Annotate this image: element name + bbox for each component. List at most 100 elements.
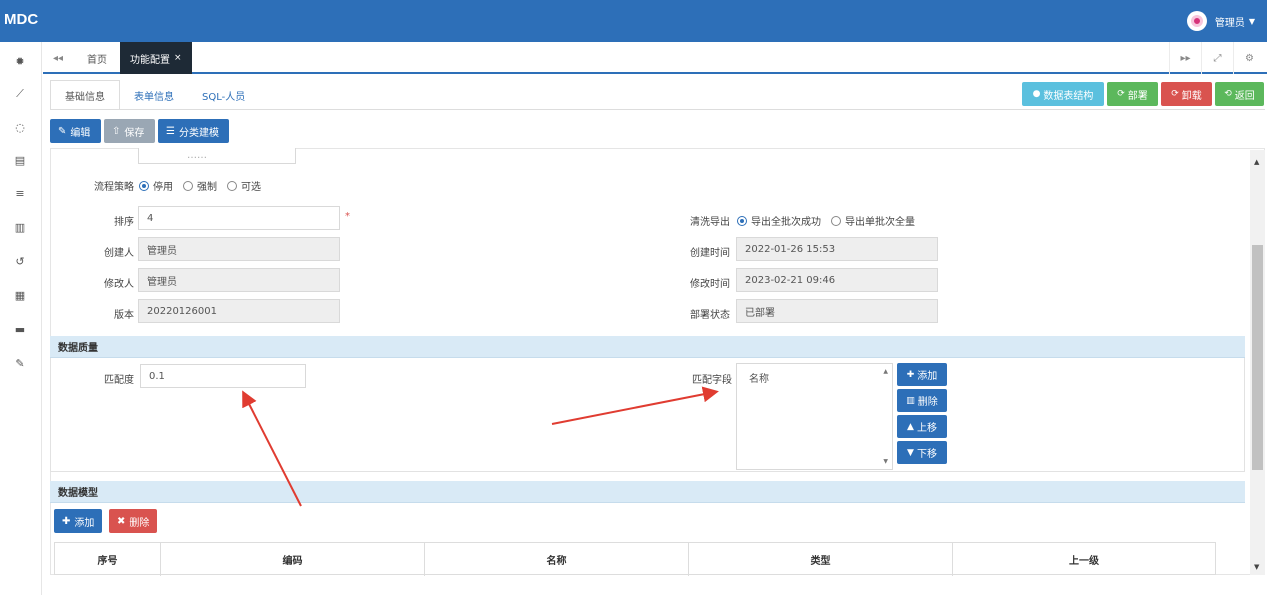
- column-header-type[interactable]: 类型: [689, 543, 953, 576]
- scroll-thumb[interactable]: [1252, 245, 1263, 470]
- column-header-name[interactable]: 名称: [425, 543, 689, 576]
- scroll-up-icon[interactable]: ▲: [1254, 158, 1259, 166]
- clean-export-radio-group: 导出全批次成功 导出单批次全量: [737, 213, 925, 228]
- plus-icon: ✚: [906, 369, 915, 380]
- columns-icon[interactable]: ▥: [11, 219, 29, 235]
- creator-label: 创建人: [104, 248, 134, 259]
- strategy-label: 流程策略: [94, 182, 134, 193]
- radio-icon: [183, 180, 193, 191]
- version-label: 版本: [114, 310, 134, 321]
- match-field-listbox[interactable]: 名称 ▲ ▼: [736, 363, 893, 470]
- modifier-label: 修改人: [104, 279, 134, 290]
- clean-export-label: 清洗导出: [690, 217, 730, 228]
- scroll-down-icon[interactable]: ▼: [883, 458, 888, 465]
- upload-icon: ⇧: [112, 125, 121, 137]
- dashboard-icon[interactable]: ✹: [11, 53, 29, 69]
- created-time-field: 2022-01-26 15:53: [736, 237, 938, 261]
- chart-icon[interactable]: ⟋: [11, 86, 29, 102]
- user-menu[interactable]: 管理员 ▼: [1186, 11, 1255, 31]
- match-field-label: 匹配字段: [692, 375, 732, 386]
- strategy-radio-group: 停用 强制 可选: [139, 178, 271, 193]
- trash-icon: ▥: [906, 395, 915, 406]
- category-model-button[interactable]: ☰ 分类建模: [158, 119, 229, 143]
- chevron-up-icon: ▲: [907, 421, 914, 432]
- archive-icon[interactable]: ▬: [11, 321, 29, 337]
- undeploy-button[interactable]: ⟳ 卸载: [1161, 82, 1212, 106]
- loading-icon[interactable]: ◌: [11, 119, 29, 135]
- divider: [50, 109, 1265, 110]
- wrench-icon[interactable]: ✎: [11, 355, 29, 371]
- radio-icon: [737, 215, 747, 226]
- deploy-icon: ⟳: [1117, 89, 1125, 99]
- export-all-success-option[interactable]: 导出全批次成功: [737, 213, 821, 228]
- back-icon: ⟲: [1224, 89, 1232, 99]
- database-icon[interactable]: ▤: [11, 152, 29, 168]
- tab-home[interactable]: 首页: [77, 42, 117, 74]
- radio-icon: [139, 180, 149, 191]
- field-delete-button[interactable]: ▥ 删除: [897, 389, 947, 412]
- modified-time-label: 修改时间: [690, 279, 730, 290]
- scroll-up-icon[interactable]: ▲: [883, 368, 888, 375]
- radio-icon: [227, 180, 237, 191]
- column-header-index[interactable]: 序号: [55, 543, 161, 576]
- version-field: 20220126001: [138, 299, 340, 323]
- sort-input[interactable]: 4: [138, 206, 340, 230]
- gear-icon[interactable]: ⚙: [1233, 42, 1265, 74]
- field-add-button[interactable]: ✚ 添加: [897, 363, 947, 386]
- close-icon: ✖: [117, 515, 126, 527]
- app-logo: MDC: [4, 11, 39, 28]
- list-icon: ☰: [166, 125, 175, 137]
- chevron-down-icon: ▼: [907, 447, 914, 458]
- user-name: 管理员: [1214, 17, 1245, 29]
- tab-sql-person[interactable]: SQL-人员: [188, 80, 259, 110]
- tab-next-icon[interactable]: ▸▸: [1169, 42, 1201, 74]
- required-mark: *: [345, 211, 350, 222]
- match-degree-input[interactable]: 0.1: [140, 364, 306, 388]
- tab-basic-info[interactable]: 基础信息: [50, 80, 120, 110]
- film-icon[interactable]: ▦: [11, 287, 29, 303]
- strategy-option-off[interactable]: 停用: [139, 178, 173, 193]
- column-header-parent[interactable]: 上一级: [953, 543, 1215, 576]
- undeploy-icon: ⟳: [1171, 89, 1179, 99]
- fullscreen-icon[interactable]: ⤢: [1201, 42, 1233, 74]
- edit-button[interactable]: ✎ 编辑: [50, 119, 101, 143]
- back-button[interactable]: ⟲ 返回: [1215, 82, 1264, 106]
- sidebar: ✹ ⟋ ◌ ▤ ≡ ▥ ↺ ▦ ▬ ✎: [0, 42, 42, 595]
- deploy-status-label: 部署状态: [690, 310, 730, 321]
- data-model-table: 序号 编码 名称 类型 上一级: [54, 542, 1216, 576]
- created-time-label: 创建时间: [690, 248, 730, 259]
- circle-icon: ●: [1032, 89, 1041, 99]
- top-bar: MDC 管理员 ▼: [0, 0, 1267, 42]
- modifier-field: 管理员: [138, 268, 340, 292]
- plus-icon: ✚: [62, 515, 71, 527]
- table-structure-button[interactable]: ● 数据表结构: [1022, 82, 1104, 106]
- field-down-button[interactable]: ▼ 下移: [897, 441, 947, 464]
- data-model-header: 数据模型: [50, 481, 1245, 503]
- field-up-button[interactable]: ▲ 上移: [897, 415, 947, 438]
- save-button[interactable]: ⇧ 保存: [104, 119, 155, 143]
- avatar: [1186, 11, 1207, 31]
- tab-prev-icon[interactable]: ◂◂: [43, 42, 73, 74]
- sort-label: 排序: [114, 217, 134, 228]
- history-icon[interactable]: ↺: [11, 253, 29, 269]
- model-delete-button[interactable]: ✖ 删除: [109, 509, 158, 533]
- partial-field[interactable]: ……: [138, 148, 296, 164]
- deploy-button[interactable]: ⟳ 部署: [1107, 82, 1158, 106]
- strategy-option-optional[interactable]: 可选: [227, 178, 261, 193]
- sub-tabs: 基础信息 表单信息 SQL-人员: [50, 80, 259, 110]
- close-icon[interactable]: ×: [174, 53, 182, 63]
- list-item[interactable]: 名称: [749, 370, 769, 385]
- strategy-option-force[interactable]: 强制: [183, 178, 217, 193]
- content-scrollbar[interactable]: ▲ ▼: [1250, 150, 1265, 575]
- tab-function-config[interactable]: 功能配置 ×: [120, 42, 192, 74]
- export-single-full-option[interactable]: 导出单批次全量: [831, 213, 915, 228]
- edit-icon: ✎: [58, 125, 67, 137]
- data-quality-header: 数据质量: [50, 336, 1245, 358]
- list-icon[interactable]: ≡: [11, 185, 29, 201]
- match-degree-label: 匹配度: [104, 375, 134, 386]
- model-add-button[interactable]: ✚ 添加: [54, 509, 103, 533]
- scroll-down-icon[interactable]: ▼: [1254, 563, 1259, 571]
- creator-field: 管理员: [138, 237, 340, 261]
- tab-form-info[interactable]: 表单信息: [120, 80, 188, 110]
- column-header-code[interactable]: 编码: [161, 543, 425, 576]
